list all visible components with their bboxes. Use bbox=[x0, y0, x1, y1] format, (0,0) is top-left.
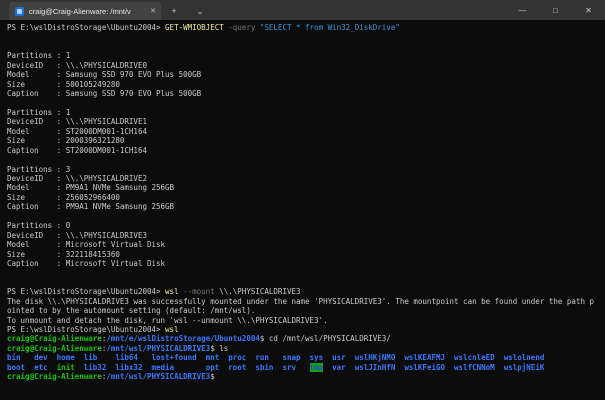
terminal-line: Caption : Samsung SSD 970 EVO Plus 500GB bbox=[7, 89, 202, 99]
terminal-line: PS E:\wslDistroStorage\Ubuntu2004> wsl bbox=[7, 325, 179, 334]
new-tab-button[interactable]: + bbox=[161, 2, 187, 20]
terminal-line: PS E:\wslDistroStorage\Ubuntu2004> GET-W… bbox=[7, 23, 400, 32]
tab-title: craig@Craig-Alienware: /mnt/v bbox=[29, 6, 131, 16]
terminal-line: Model : PM9A1 NVMe Samsung 256GB bbox=[7, 183, 175, 193]
chevron-down-icon[interactable]: ⌄ bbox=[187, 2, 213, 20]
linux-distro-icon bbox=[15, 6, 24, 16]
close-button[interactable]: ✕ bbox=[572, 0, 605, 20]
terminal-tab[interactable]: craig@Craig-Alienware: /mnt/v ✕ bbox=[9, 2, 161, 20]
terminal-line: Size : 2000396321280 bbox=[7, 136, 125, 146]
terminal-line: ointed to by the automount setting (defa… bbox=[7, 306, 256, 316]
terminal-line: Model : ST2000DM001-1CH164 bbox=[7, 126, 147, 136]
maximize-button[interactable]: □ bbox=[539, 0, 572, 20]
terminal-line: Size : 322118415360 bbox=[7, 249, 120, 259]
terminal-line: craig@Craig-Alienware:/mnt/wsl/PHYSICALD… bbox=[7, 343, 229, 353]
tab-close-icon[interactable]: ✕ bbox=[150, 7, 156, 15]
terminal-line: Caption : PM9A1 NVMe Samsung 256GB bbox=[7, 202, 175, 212]
terminal-line: Size : 500105249280 bbox=[7, 79, 120, 89]
terminal-line: Partitions : 0 bbox=[7, 221, 71, 231]
terminal-line: craig@Craig-Alienware:/mnt/wsl/PHYSICALD… bbox=[7, 372, 215, 382]
terminal-line: The disk \\.\PHYSICALDRIVE3 was successf… bbox=[7, 296, 594, 306]
terminal-screen[interactable]: PS E:\wslDistroStorage\Ubuntu2004> GET-W… bbox=[0, 20, 605, 400]
terminal-line: DeviceID : \\.\PHYSICALDRIVE0 bbox=[7, 60, 147, 70]
terminal-line: craig@Craig-Alienware:/mnt/e/wslDistroSt… bbox=[7, 334, 391, 344]
terminal-line: DeviceID : \\.\PHYSICALDRIVE2 bbox=[7, 174, 147, 183]
terminal-line: bin dev home lib lib64 lost+found mnt pr… bbox=[7, 353, 545, 363]
terminal-line: boot etc init lib32 libx32 media opt roo… bbox=[7, 362, 545, 372]
terminal-line: DeviceID : \\.\PHYSICALDRIVE3 bbox=[7, 230, 147, 240]
terminal-line: To unmount and detach the disk, run 'wsl… bbox=[7, 315, 328, 325]
terminal-window: craig@Craig-Alienware: /mnt/v ✕ + ⌄ — □ … bbox=[0, 0, 605, 400]
terminal-line: DeviceID : \\.\PHYSICALDRIVE1 bbox=[7, 117, 147, 127]
title-bar: craig@Craig-Alienware: /mnt/v ✕ + ⌄ — □ … bbox=[0, 0, 605, 20]
terminal-line: Partitions : 1 bbox=[7, 107, 71, 117]
terminal-line: Model : Samsung SSD 970 EVO Plus 500GB bbox=[7, 70, 202, 80]
terminal-line: Model : Microsoft Virtual Disk bbox=[7, 240, 166, 250]
terminal-line: Caption : ST2000DM001-1CH164 bbox=[7, 145, 147, 155]
terminal-line: Partitions : 3 bbox=[7, 164, 71, 174]
terminal-line: Size : 256052966400 bbox=[7, 192, 120, 202]
terminal-line: Caption : Microsoft Virtual Disk bbox=[7, 258, 166, 268]
window-controls: — □ ✕ bbox=[506, 0, 605, 20]
terminal-line: PS E:\wslDistroStorage\Ubuntu2004> wsl -… bbox=[7, 287, 301, 297]
minimize-button[interactable]: — bbox=[506, 0, 539, 20]
terminal-line: Partitions : 1 bbox=[7, 51, 71, 61]
